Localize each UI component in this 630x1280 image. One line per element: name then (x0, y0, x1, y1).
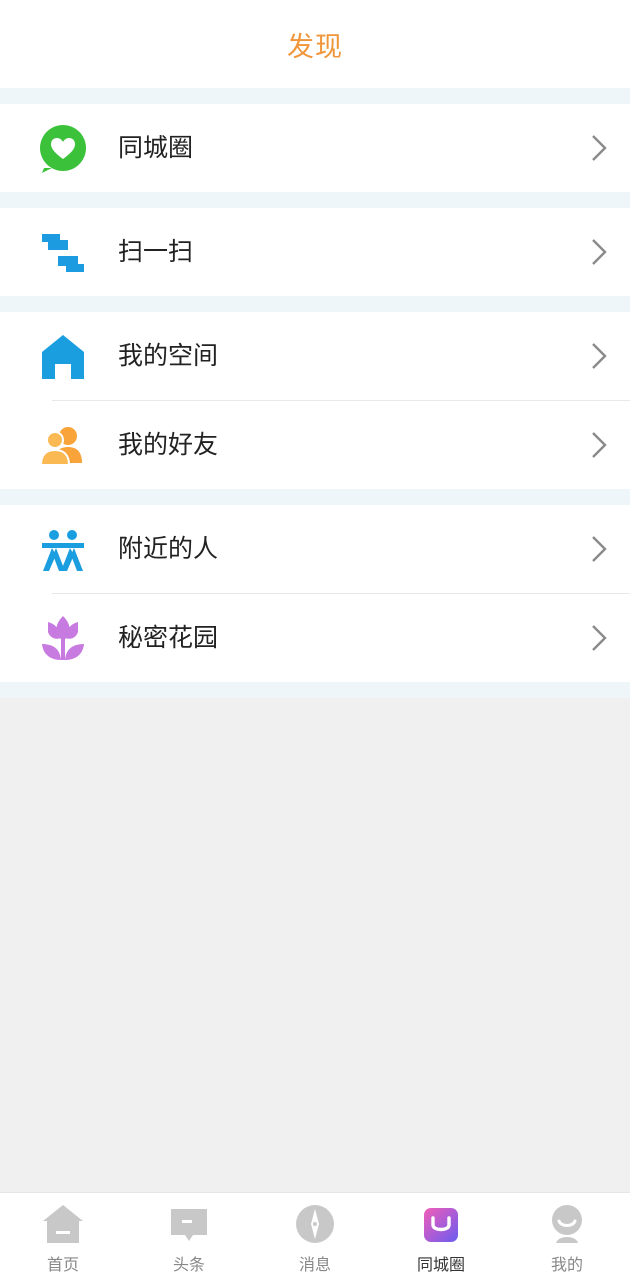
page-title: 发现 (287, 31, 343, 63)
menu-item-tongchengquan[interactable]: 同城圈 (0, 104, 630, 192)
menu-item-label: 我的好友 (118, 430, 219, 459)
chevron-right-icon (590, 134, 608, 162)
menu-item-my-space[interactable]: 我的空间 (0, 312, 630, 400)
heart-bubble-icon (38, 124, 88, 174)
menu-item-label: 我的空间 (118, 341, 219, 370)
section-gap (0, 489, 630, 505)
page: 发现 同城圈 扫一扫 我的空间 我的好友 附近的人 秘密花园 首页 头条 消息 … (0, 0, 630, 1280)
menu-item-label: 同城圈 (118, 133, 194, 162)
menu-group-3: 我的空间 我的好友 (0, 312, 630, 489)
news-tab-icon (168, 1203, 210, 1245)
shopping-bag-tab-icon (420, 1203, 462, 1245)
people-icon (38, 525, 88, 575)
tab-label: 头条 (172, 1255, 205, 1274)
tab-tongchengquan[interactable]: 同城圈 (378, 1193, 504, 1280)
tab-messages[interactable]: 消息 (252, 1193, 378, 1280)
chevron-right-icon (590, 624, 608, 652)
tab-label: 同城圈 (416, 1255, 465, 1274)
chevron-right-icon (590, 342, 608, 370)
chevron-right-icon (590, 535, 608, 563)
tab-label: 首页 (46, 1255, 79, 1274)
menu-item-label: 扫一扫 (118, 237, 194, 266)
menu-group-4: 附近的人 秘密花园 (0, 505, 630, 682)
section-gap (0, 88, 630, 104)
menu-item-label: 秘密花园 (118, 623, 219, 652)
tab-profile[interactable]: 我的 (504, 1193, 630, 1280)
chevron-right-icon (590, 431, 608, 459)
menu-group-2: 扫一扫 (0, 208, 630, 296)
home-icon (38, 332, 88, 382)
profile-tab-icon (546, 1203, 588, 1245)
flower-icon (38, 614, 88, 664)
section-gap (0, 296, 630, 312)
tab-label: 我的 (550, 1255, 583, 1274)
menu-item-label: 附近的人 (118, 534, 219, 563)
menu-item-nearby-people[interactable]: 附近的人 (0, 505, 630, 593)
menu-group-1: 同城圈 (0, 104, 630, 192)
friends-icon (38, 421, 88, 471)
section-gap (0, 682, 630, 698)
compass-tab-icon (294, 1203, 336, 1245)
header: 发现 (0, 0, 630, 88)
tab-home[interactable]: 首页 (0, 1193, 126, 1280)
menu-item-my-friends[interactable]: 我的好友 (0, 401, 630, 489)
chevron-right-icon (590, 238, 608, 266)
menu-item-scan[interactable]: 扫一扫 (0, 208, 630, 296)
menu-item-secret-garden[interactable]: 秘密花园 (0, 594, 630, 682)
section-gap (0, 192, 630, 208)
discover-menu: 同城圈 扫一扫 我的空间 我的好友 附近的人 秘密花园 (0, 88, 630, 698)
tab-label: 消息 (298, 1255, 331, 1274)
home-tab-icon (42, 1203, 84, 1245)
tab-headlines[interactable]: 头条 (126, 1193, 252, 1280)
bottom-tab-bar: 首页 头条 消息 同城圈 我的 (0, 1192, 630, 1280)
scan-icon (38, 228, 88, 278)
